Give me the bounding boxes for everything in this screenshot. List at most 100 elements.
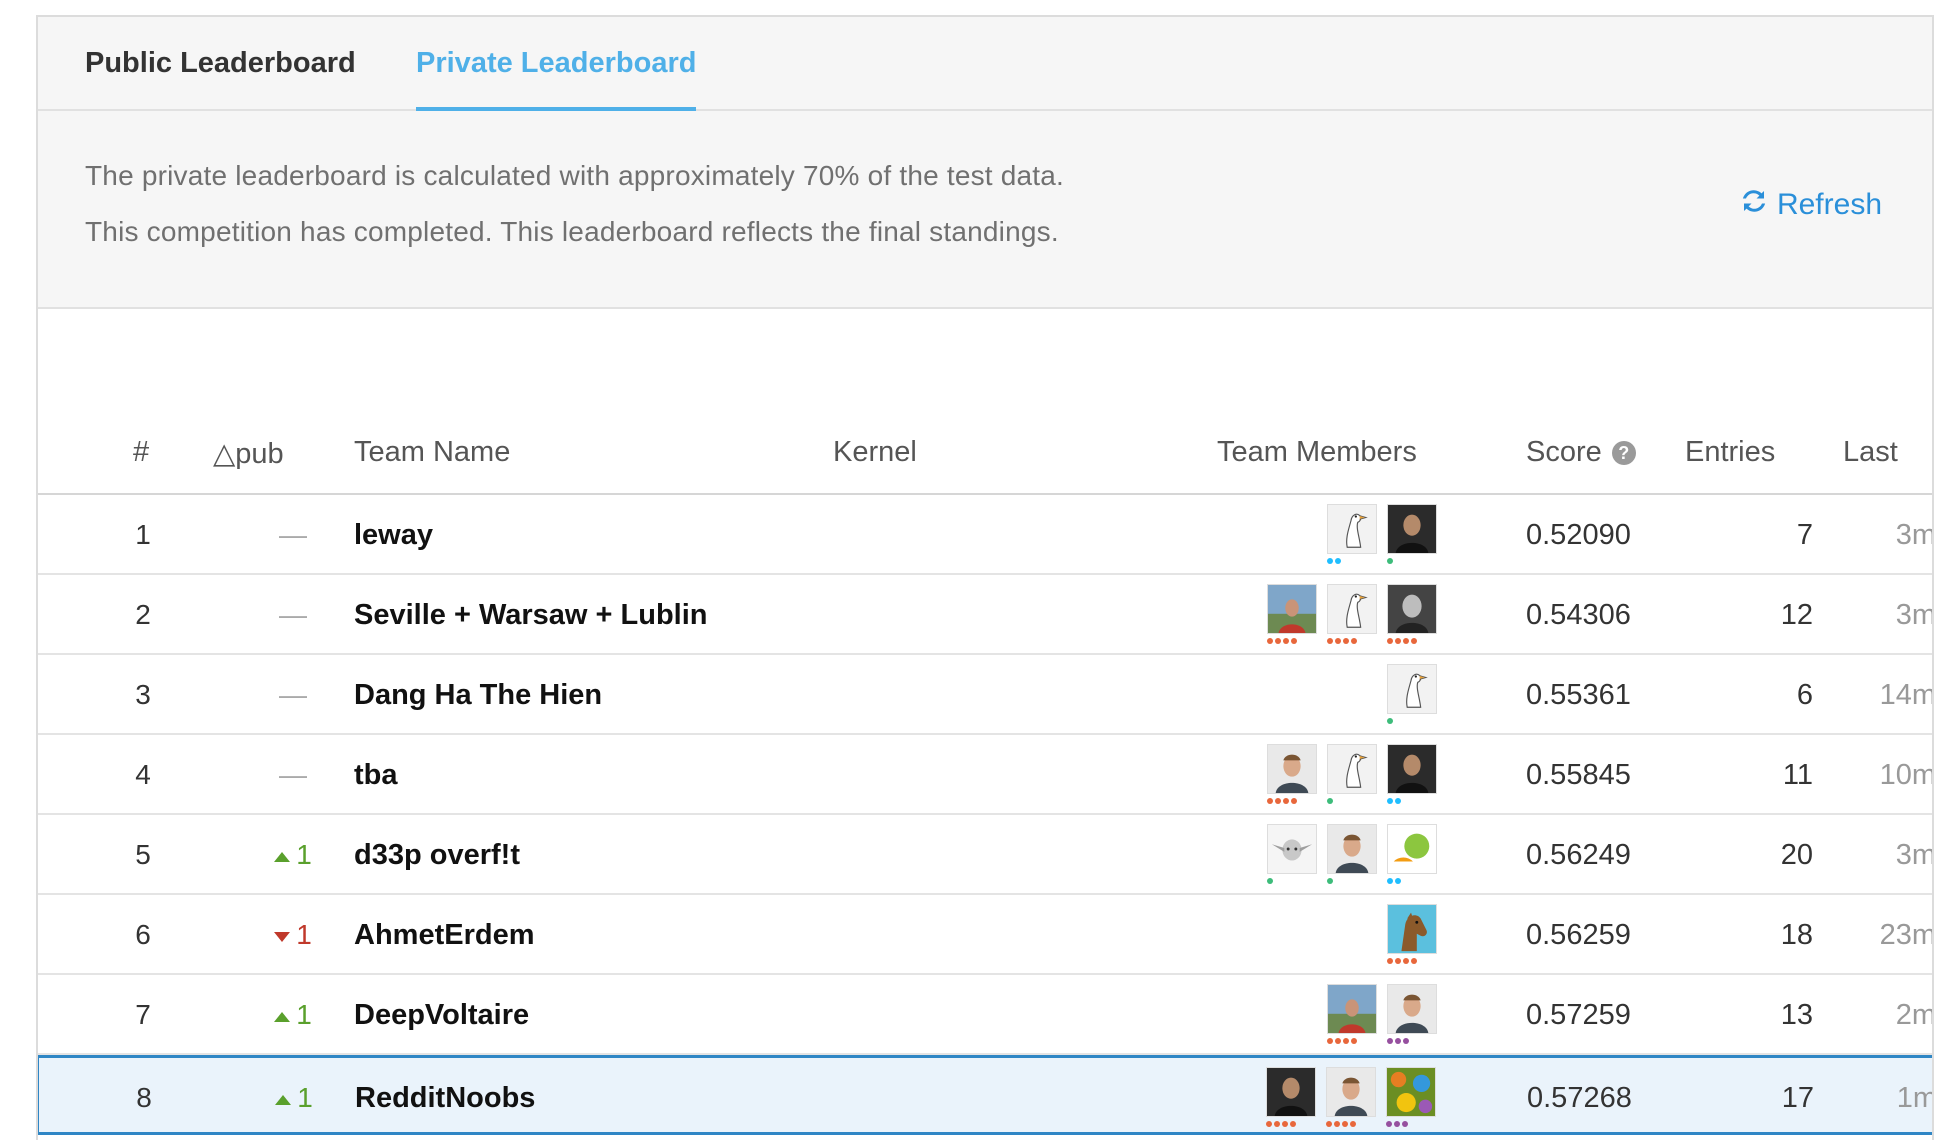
column-header-team-members[interactable]: Team Members bbox=[1217, 436, 1417, 469]
column-header-rank[interactable]: # bbox=[133, 436, 149, 469]
team-name-link[interactable]: DeepVoltaire bbox=[354, 975, 529, 1055]
tab-public-leaderboard[interactable]: Public Leaderboard bbox=[85, 17, 356, 111]
yoda-avatar[interactable] bbox=[1267, 824, 1317, 874]
team-member[interactable] bbox=[1387, 504, 1437, 566]
table-row[interactable]: 1 — leway 0.52090 7 3m bbox=[38, 495, 1932, 575]
person-avatar-light[interactable] bbox=[1267, 744, 1317, 794]
score-cell: 0.55845 bbox=[1526, 759, 1631, 791]
goose-avatar[interactable] bbox=[1327, 504, 1377, 554]
person-avatar-bw[interactable] bbox=[1387, 584, 1437, 634]
rank-cell: 2 bbox=[135, 599, 151, 630]
tier-dot bbox=[1327, 798, 1333, 804]
tier-indicator bbox=[1267, 878, 1273, 884]
pattern-avatar[interactable] bbox=[1386, 1067, 1436, 1117]
goose-avatar[interactable] bbox=[1327, 744, 1377, 794]
tier-dot bbox=[1395, 1038, 1401, 1044]
column-header-last[interactable]: Last bbox=[1843, 436, 1898, 469]
team-name-link[interactable]: Dang Ha The Hien bbox=[354, 655, 602, 735]
tier-indicator bbox=[1327, 798, 1333, 804]
team-name-link[interactable]: leway bbox=[354, 495, 433, 575]
team-members bbox=[1266, 1067, 1436, 1129]
table-row[interactable]: 2 — Seville + Warsaw + Lublin 0.54306 12 3m bbox=[38, 575, 1934, 655]
score-cell: 0.57268 bbox=[1527, 1082, 1632, 1114]
team-member[interactable] bbox=[1267, 744, 1317, 806]
person-avatar-light[interactable] bbox=[1326, 1067, 1376, 1117]
score-cell: 0.57259 bbox=[1526, 999, 1631, 1031]
table-row[interactable]: 3 — Dang Ha The Hien 0.55361 6 14m bbox=[38, 655, 1932, 735]
team-member[interactable] bbox=[1267, 824, 1317, 886]
team-member[interactable] bbox=[1327, 984, 1377, 1046]
delta-value: 1 bbox=[296, 919, 312, 950]
leaderboard-panel: Public Leaderboard Private Leaderboard T… bbox=[36, 15, 1934, 1140]
tier-dot bbox=[1387, 878, 1393, 884]
team-member[interactable] bbox=[1266, 1067, 1316, 1129]
person-avatar-dark[interactable] bbox=[1387, 504, 1437, 554]
table-row[interactable]: 6 1 AhmetErdem 0.56259 18 23m bbox=[38, 895, 1932, 975]
team-member[interactable] bbox=[1327, 584, 1377, 646]
team-member[interactable] bbox=[1327, 744, 1377, 806]
tier-dot bbox=[1267, 638, 1273, 644]
column-header-score[interactable]: Score ? bbox=[1526, 436, 1636, 469]
info-text-calculation: The private leaderboard is calculated wi… bbox=[85, 160, 1065, 191]
column-header-kernel[interactable]: Kernel bbox=[833, 436, 917, 469]
tier-dot bbox=[1334, 1121, 1340, 1127]
tier-indicator bbox=[1387, 718, 1393, 724]
fruit-avatar[interactable] bbox=[1387, 824, 1437, 874]
entries-cell: 7 bbox=[1796, 519, 1813, 551]
table-row[interactable]: 4 — tba 0.55845 11 10m bbox=[38, 735, 1934, 815]
person-avatar-dark[interactable] bbox=[1266, 1067, 1316, 1117]
goose-avatar[interactable] bbox=[1327, 584, 1377, 634]
tier-indicator bbox=[1387, 1038, 1409, 1044]
arrow-up-icon bbox=[275, 1094, 292, 1105]
person-avatar-light[interactable] bbox=[1387, 984, 1437, 1034]
last-submission-cell: 3m bbox=[1895, 599, 1934, 631]
delta-value: 1 bbox=[296, 839, 312, 870]
column-header-team-name[interactable]: Team Name bbox=[354, 436, 510, 469]
goose-avatar[interactable] bbox=[1387, 664, 1437, 714]
tier-indicator bbox=[1387, 638, 1417, 644]
help-icon[interactable]: ? bbox=[1611, 440, 1636, 465]
team-member[interactable] bbox=[1387, 904, 1437, 966]
leaderboard-tabs: Public Leaderboard Private Leaderboard bbox=[38, 17, 1932, 111]
table-header: # △pub Team Name Kernel Team Members Sco… bbox=[38, 311, 1932, 495]
person-avatar-dark[interactable] bbox=[1387, 744, 1437, 794]
team-name-link[interactable]: RedditNoobs bbox=[355, 1058, 535, 1138]
team-member[interactable] bbox=[1387, 744, 1437, 806]
tier-indicator bbox=[1387, 878, 1401, 884]
last-submission-cell: 10m bbox=[1879, 759, 1934, 791]
team-member[interactable] bbox=[1386, 1067, 1436, 1129]
team-member[interactable] bbox=[1387, 584, 1437, 646]
team-member[interactable] bbox=[1387, 664, 1437, 726]
team-name-link[interactable]: AhmetErdem bbox=[354, 895, 535, 975]
arrow-up-icon bbox=[274, 851, 291, 862]
tier-dot bbox=[1402, 1121, 1408, 1127]
team-members bbox=[1267, 744, 1437, 806]
table-row[interactable]: 7 1 DeepVoltaire 0.57259 13 2m bbox=[38, 975, 1932, 1055]
team-member[interactable] bbox=[1326, 1067, 1376, 1129]
score-header-label: Score bbox=[1526, 436, 1602, 468]
table-row[interactable]: 8 1 RedditNoobs 0.57268 17 1m bbox=[38, 1055, 1932, 1138]
person-avatar-outdoor[interactable] bbox=[1327, 984, 1377, 1034]
person-avatar-outdoor[interactable] bbox=[1267, 584, 1317, 634]
team-name-link[interactable]: d33p overf!t bbox=[354, 815, 520, 895]
team-member[interactable] bbox=[1267, 584, 1317, 646]
team-name-link[interactable]: Seville + Warsaw + Lublin bbox=[354, 575, 708, 655]
tab-private-leaderboard[interactable]: Private Leaderboard bbox=[416, 17, 697, 111]
table-row[interactable]: 5 1 d33p overf!t 0.56249 20 3m bbox=[38, 815, 1932, 895]
tier-dot bbox=[1290, 1121, 1296, 1127]
column-header-entries[interactable]: Entries bbox=[1685, 436, 1775, 469]
tier-dot bbox=[1335, 1038, 1341, 1044]
delta-public-cell: — bbox=[248, 735, 338, 815]
person-avatar-light[interactable] bbox=[1327, 824, 1377, 874]
team-member[interactable] bbox=[1327, 504, 1377, 566]
team-member[interactable] bbox=[1327, 824, 1377, 886]
team-member[interactable] bbox=[1387, 824, 1437, 886]
tier-indicator bbox=[1267, 638, 1297, 644]
team-name-link[interactable]: tba bbox=[354, 735, 398, 815]
horse-avatar[interactable] bbox=[1387, 904, 1437, 954]
refresh-button[interactable]: Refresh bbox=[1739, 186, 1882, 224]
column-header-delta-public[interactable]: △pub bbox=[213, 436, 284, 471]
tier-dot bbox=[1275, 798, 1281, 804]
tier-dot bbox=[1351, 1038, 1357, 1044]
team-member[interactable] bbox=[1387, 984, 1437, 1046]
